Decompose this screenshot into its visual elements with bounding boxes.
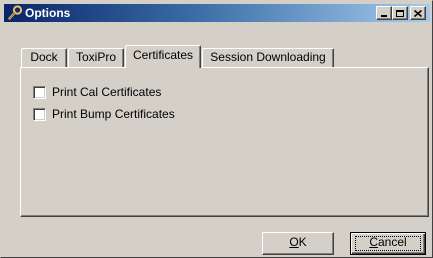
tab-session-downloading[interactable]: Session Downloading [202, 48, 334, 67]
close-icon [414, 9, 422, 17]
minimize-icon [381, 15, 387, 17]
certificates-panel: Print Cal Certificates Print Bump Certif… [20, 67, 429, 217]
ok-button[interactable]: OK [262, 232, 334, 255]
title-bar[interactable]: Options [4, 4, 430, 22]
maximize-icon [396, 9, 404, 17]
print-cal-certificates-option[interactable]: Print Cal Certificates [33, 85, 161, 99]
cancel-button[interactable]: Cancel [350, 232, 426, 255]
tab-toxipro[interactable]: ToxiPro [68, 48, 124, 67]
window-title: Options [25, 6, 71, 20]
mnemonic: O [289, 235, 299, 249]
print-bump-certificates-option[interactable]: Print Bump Certificates [33, 107, 175, 121]
wrench-icon [8, 5, 23, 20]
print-cal-certificates-checkbox[interactable] [33, 85, 46, 99]
checkbox-label: Print Cal Certificates [52, 85, 162, 99]
maximize-button[interactable] [392, 6, 408, 20]
checkbox-label: Print Bump Certificates [52, 107, 175, 121]
tab-label: Dock [30, 50, 58, 64]
tab-label: Session Downloading [210, 50, 326, 64]
tab-label: ToxiPro [75, 50, 116, 64]
button-label: ancel [377, 235, 407, 249]
close-button[interactable] [410, 6, 426, 20]
mnemonic: C [369, 235, 378, 249]
button-label: K [298, 235, 307, 249]
print-bump-certificates-checkbox[interactable] [33, 107, 46, 121]
tab-label: Certificates [132, 48, 194, 62]
tab-certificates[interactable]: Certificates [125, 45, 201, 68]
options-dialog: Options Dock ToxiPro Certificates Sessio… [0, 0, 433, 258]
minimize-button[interactable] [376, 6, 392, 20]
tab-dock[interactable]: Dock [21, 48, 67, 67]
